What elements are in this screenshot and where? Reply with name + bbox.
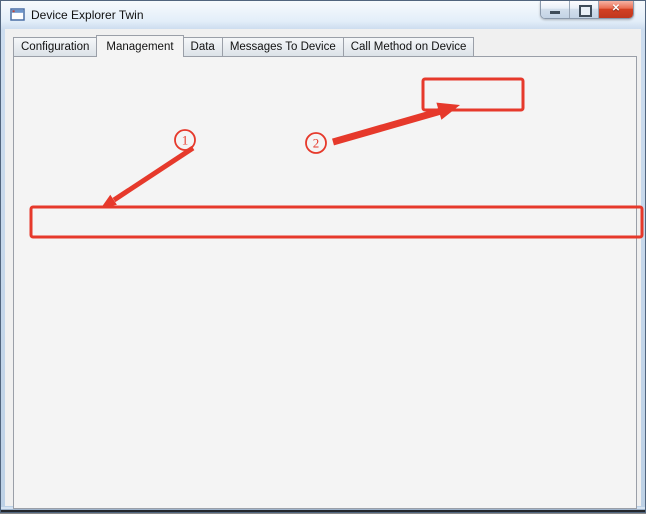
window-controls: ✕ <box>540 1 634 19</box>
maximize-button[interactable] <box>570 1 599 18</box>
app-icon <box>10 7 26 23</box>
maximize-icon <box>579 5 592 17</box>
management-tab-panel <box>13 56 637 509</box>
titlebar[interactable]: Device Explorer Twin ✕ <box>1 1 645 29</box>
tab-management[interactable]: Management <box>96 35 183 57</box>
close-icon: ✕ <box>599 3 633 14</box>
tab-call-method-on-device[interactable]: Call Method on Device <box>343 37 475 56</box>
tab-messages-to-device[interactable]: Messages To Device <box>222 37 344 56</box>
tab-strip: Configuration Management Data Messages T… <box>13 35 473 56</box>
minimize-icon <box>550 11 560 14</box>
tab-data[interactable]: Data <box>183 37 223 56</box>
app-window: Device Explorer Twin ✕ Configuration Man… <box>0 0 646 513</box>
window-title: Device Explorer Twin <box>31 8 144 22</box>
client-area: Configuration Management Data Messages T… <box>5 29 641 506</box>
minimize-button[interactable] <box>541 1 570 18</box>
tab-configuration[interactable]: Configuration <box>13 37 97 56</box>
close-button[interactable]: ✕ <box>599 1 633 18</box>
